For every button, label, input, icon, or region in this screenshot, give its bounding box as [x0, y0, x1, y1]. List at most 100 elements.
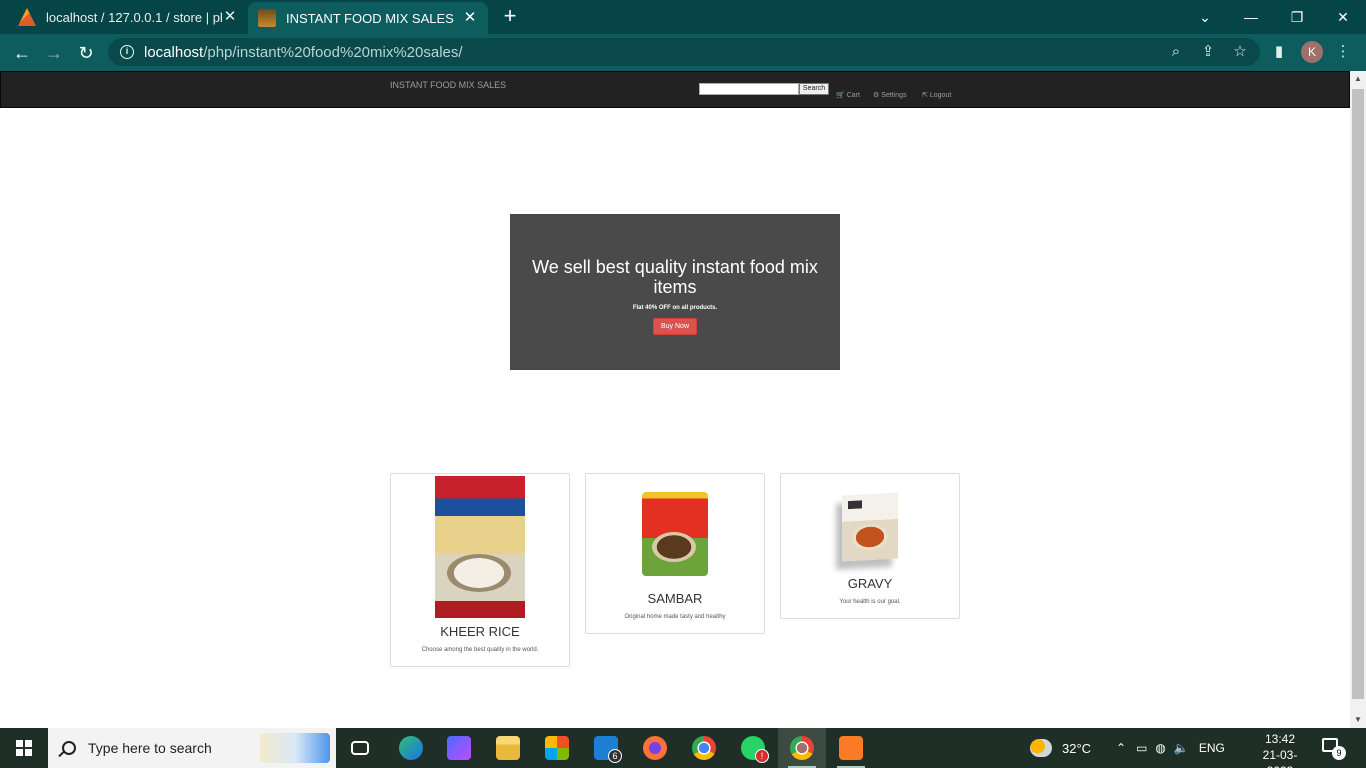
- nav-cart[interactable]: 🛒 Cart: [836, 91, 860, 100]
- taskbar-search-placeholder: Type here to search: [88, 740, 212, 756]
- taskbar-chrome-profile[interactable]: [778, 728, 826, 768]
- share-icon[interactable]: ⇪: [1199, 43, 1217, 61]
- tab-title: localhost / 127.0.0.1 / store | php: [46, 9, 222, 25]
- close-window-button[interactable]: ✕: [1320, 0, 1366, 34]
- page-scrollbar[interactable]: ▲ ▼: [1350, 71, 1366, 728]
- scroll-down-icon[interactable]: ▼: [1350, 712, 1366, 728]
- taskbar-mail[interactable]: 6: [582, 728, 630, 768]
- xampp-icon: [839, 736, 863, 760]
- taskbar-search-box[interactable]: Type here to search: [48, 728, 336, 768]
- weather-cloud-icon: [1030, 739, 1052, 757]
- gear-icon: ⚙: [873, 92, 880, 99]
- battery-icon[interactable]: ▭: [1136, 741, 1147, 755]
- mail-badge: 6: [608, 749, 622, 763]
- task-view-icon: [351, 741, 369, 755]
- nav-logout[interactable]: ⇱ Logout: [922, 91, 951, 100]
- search-button[interactable]: Search: [799, 83, 829, 95]
- taskbar-edge[interactable]: [387, 728, 435, 768]
- site-navbar: INSTANT FOOD MIX SALES Search 🛒 Cart ⚙ Set…: [0, 71, 1350, 108]
- address-bar[interactable]: i localhost/php/instant%20food%20mix%20s…: [108, 38, 1260, 66]
- search-highlight-image: [260, 733, 330, 763]
- sambar-product-image[interactable]: [642, 492, 708, 576]
- maximize-button[interactable]: ❐: [1274, 0, 1320, 34]
- url-text[interactable]: localhost/php/instant%20food%20mix%20sal…: [144, 44, 463, 61]
- tab-instant-food-mix-sales[interactable]: INSTANT FOOD MIX SALES ✕: [248, 2, 488, 34]
- temperature: 32°C: [1062, 740, 1092, 756]
- language-indicator[interactable]: ENG: [1199, 741, 1225, 755]
- taskbar-file-explorer[interactable]: [484, 728, 532, 768]
- taskbar-store[interactable]: [533, 728, 581, 768]
- windows-logo-icon: [16, 740, 32, 756]
- start-button[interactable]: [0, 728, 48, 768]
- product-description: Your health is our goal.: [839, 599, 901, 605]
- reload-icon[interactable]: ↻: [73, 40, 99, 66]
- tab-phpmyadmin[interactable]: localhost / 127.0.0.1 / store | php ✕: [8, 0, 248, 34]
- search-input[interactable]: [699, 83, 799, 95]
- site-favicon-icon: [258, 9, 276, 27]
- product-name[interactable]: SAMBAR: [586, 591, 764, 606]
- folder-icon: [496, 736, 520, 760]
- product-description: Original home made tasty and healthy: [624, 614, 726, 620]
- forward-arrow-icon[interactable]: →: [41, 40, 67, 66]
- browser-tab-strip: localhost / 127.0.0.1 / store | php ✕ IN…: [0, 0, 1366, 34]
- logout-icon: ⇱: [922, 92, 928, 99]
- network-globe-icon[interactable]: ◍: [1155, 741, 1165, 755]
- taskbar-whatsapp[interactable]: !: [729, 728, 777, 768]
- search-icon: [62, 741, 76, 755]
- whatsapp-badge: !: [755, 749, 769, 763]
- zoom-icon[interactable]: ⌕: [1167, 43, 1185, 61]
- notification-center-button[interactable]: 9: [1320, 736, 1346, 760]
- clock-date: 21-03-2023: [1262, 748, 1298, 768]
- taskbar-xampp[interactable]: [827, 728, 875, 768]
- bookmark-star-icon[interactable]: ☆: [1231, 43, 1249, 61]
- nav-settings[interactable]: ⚙ Settings: [873, 91, 907, 100]
- cart-icon: 🛒: [836, 92, 845, 99]
- product-card-gravy[interactable]: GRAVY Your health is our goal.: [780, 473, 960, 619]
- site-brand[interactable]: INSTANT FOOD MIX SALES: [390, 80, 506, 90]
- browser-toolbar: ← → ↻ i localhost/php/instant%20food%20m…: [0, 34, 1366, 71]
- tab-search-chevron-icon[interactable]: ⌄: [1182, 0, 1228, 34]
- task-view-button[interactable]: [336, 728, 384, 768]
- page-viewport: INSTANT FOOD MIX SALES Search 🛒 Cart ⚙ Set…: [0, 71, 1350, 728]
- kheer-product-image[interactable]: [435, 476, 525, 618]
- clock-time: 13:42: [1264, 732, 1296, 746]
- profile-avatar[interactable]: K: [1301, 41, 1323, 63]
- buy-now-button[interactable]: Buy Now: [652, 318, 697, 335]
- firefox-icon: [643, 736, 667, 760]
- taskbar-clock[interactable]: 13:42 21-03-2023: [1252, 731, 1308, 768]
- taskbar-chrome[interactable]: [680, 728, 728, 768]
- product-card-kheer[interactable]: KHEER RICE Choose among the best quality…: [390, 473, 570, 667]
- store-icon: [545, 736, 569, 760]
- back-arrow-icon[interactable]: ←: [9, 40, 35, 66]
- close-tab-icon[interactable]: ✕: [222, 9, 238, 25]
- product-name[interactable]: KHEER RICE: [391, 624, 569, 639]
- hero-heading: We sell best quality instant food mix it…: [532, 257, 818, 297]
- taskbar-copilot[interactable]: [435, 728, 483, 768]
- chevron-up-icon[interactable]: ⌃: [1116, 741, 1126, 755]
- gravy-product-image[interactable]: [842, 492, 898, 562]
- scroll-thumb[interactable]: [1352, 89, 1364, 699]
- minimize-button[interactable]: —: [1228, 0, 1274, 34]
- menu-kebab-icon[interactable]: ⋮: [1334, 43, 1352, 61]
- weather-widget[interactable]: 32°C: [1030, 728, 1091, 768]
- windows-taskbar: Type here to search 6 ! 32°C ⌃ ▭ ◍ 🔈 ENG…: [0, 728, 1366, 768]
- close-tab-icon[interactable]: ✕: [462, 10, 478, 26]
- chrome-icon: [692, 736, 716, 760]
- new-tab-button[interactable]: +: [498, 5, 522, 29]
- edge-icon: [399, 736, 423, 760]
- side-panel-icon[interactable]: ▮: [1270, 43, 1288, 61]
- site-info-icon[interactable]: i: [120, 45, 134, 59]
- product-card-sambar[interactable]: SAMBAR Original home made tasty and heal…: [585, 473, 765, 634]
- notification-count: 9: [1332, 746, 1346, 760]
- system-tray-icons[interactable]: ⌃ ▭ ◍ 🔈 ENG: [1116, 728, 1225, 768]
- taskbar-firefox[interactable]: [631, 728, 679, 768]
- hero-offer-text: Flat 40% OFF on all products.: [632, 305, 718, 311]
- hero-banner: We sell best quality instant food mix it…: [510, 214, 840, 370]
- product-name[interactable]: GRAVY: [781, 576, 959, 591]
- volume-icon[interactable]: 🔈: [1174, 741, 1189, 755]
- scroll-up-icon[interactable]: ▲: [1350, 71, 1366, 87]
- phpmyadmin-favicon-icon: [18, 8, 36, 26]
- copilot-icon: [447, 736, 471, 760]
- chrome-profile-icon: [790, 736, 814, 760]
- product-description: Choose among the best quality in the wor…: [421, 647, 539, 653]
